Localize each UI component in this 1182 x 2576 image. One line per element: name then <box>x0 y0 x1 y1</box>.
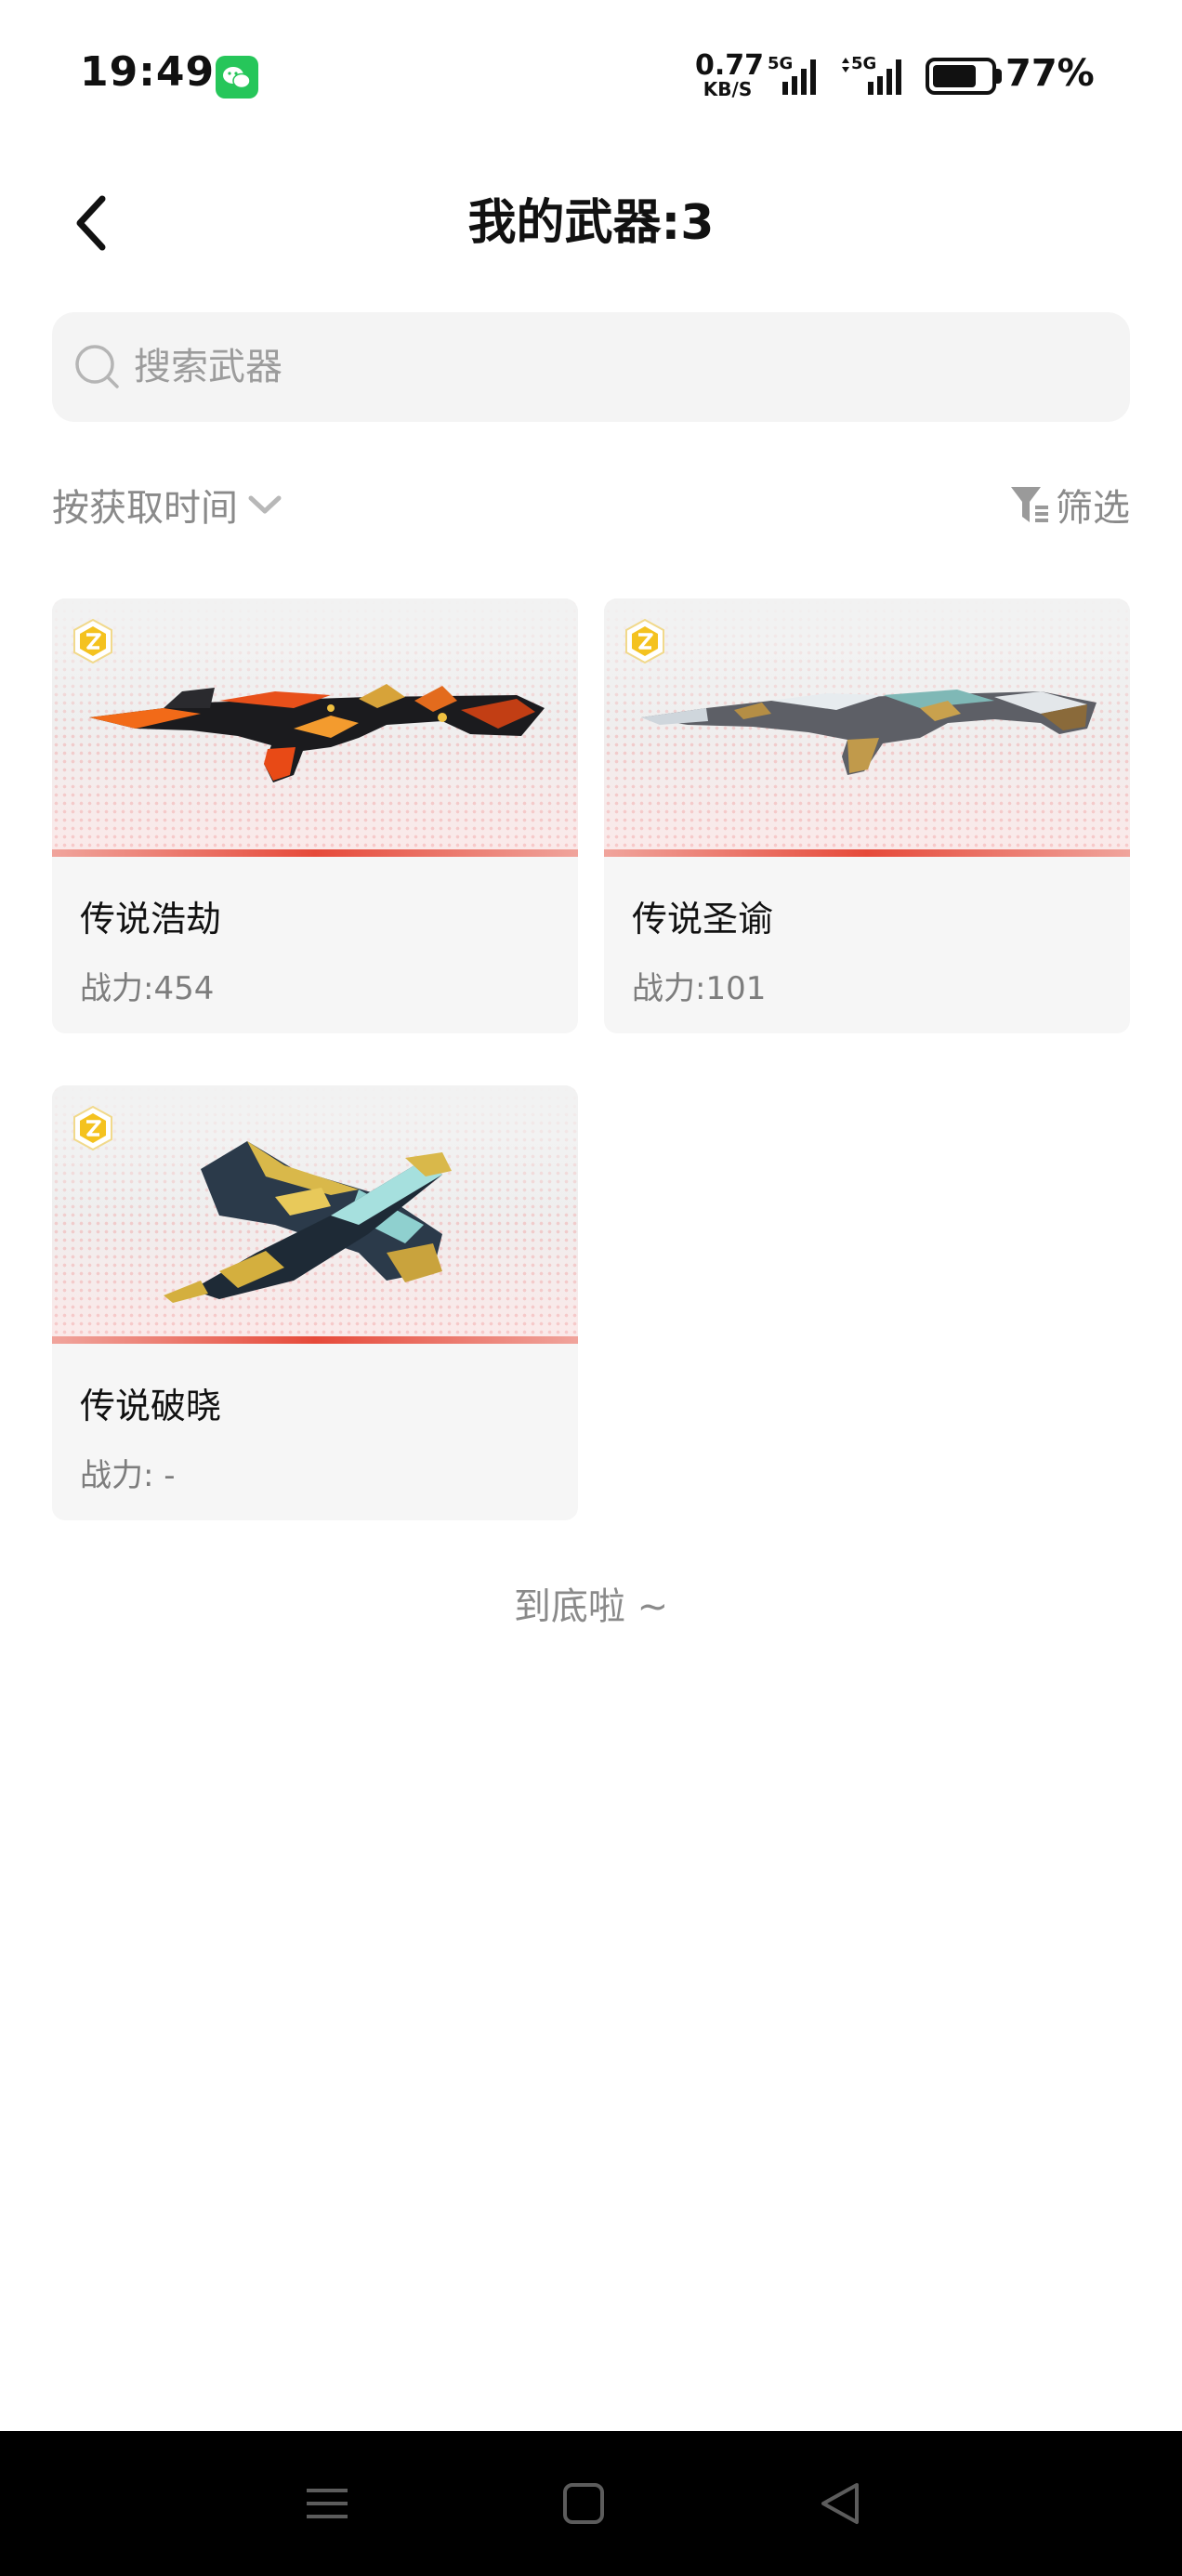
chevron-down-icon <box>248 495 282 514</box>
weapon-card[interactable]: 传说破晓 战力: - <box>52 1085 578 1520</box>
weapon-power: 战力: - <box>80 1457 176 1494</box>
end-of-list-text: 到底啦 ~ <box>513 1585 669 1628</box>
network-speed: 0.77 KB/S <box>695 49 765 100</box>
rarity-bar <box>604 849 1130 857</box>
signal1-label: 5G <box>768 54 793 73</box>
weapon-name: 传说圣谕 <box>632 899 774 940</box>
back-triangle-icon[interactable] <box>810 2472 873 2535</box>
signal-5g-data-icon: 5G <box>838 52 911 102</box>
back-button[interactable] <box>65 186 121 260</box>
battery-nub <box>996 69 1002 84</box>
legendary-badge-icon <box>73 1105 112 1151</box>
rifle-haojie-image <box>89 684 545 782</box>
filter-icon <box>1011 487 1048 522</box>
legendary-badge-icon <box>73 618 112 664</box>
chevron-left-icon <box>76 195 106 251</box>
signal2-label: 5G <box>851 54 876 73</box>
sort-label: 按获取时间 <box>52 487 238 530</box>
legendary-badge-icon <box>625 618 664 664</box>
weapon-power: 战力:101 <box>632 970 767 1007</box>
battery-fill <box>933 65 976 87</box>
search-input[interactable] <box>134 333 1100 401</box>
weapon-power: 战力:454 <box>80 970 215 1007</box>
dual-blade-poxiao-image <box>164 1141 452 1303</box>
weapon-name: 传说破晓 <box>80 1386 222 1426</box>
rifle-shengyu-image <box>641 690 1097 775</box>
search-box[interactable] <box>52 312 1130 422</box>
sort-dropdown[interactable]: 按获取时间 <box>52 474 284 535</box>
rarity-bar <box>52 849 578 857</box>
filter-label: 筛选 <box>1056 487 1130 530</box>
wechat-notification-icon <box>216 56 258 99</box>
battery-icon <box>926 58 996 95</box>
page-title: 我的武器:3 <box>467 195 715 251</box>
weapon-name: 传说浩劫 <box>80 899 222 940</box>
weapon-card[interactable]: 传说浩劫 战力:454 <box>52 598 578 1033</box>
search-icon <box>75 345 119 388</box>
recent-apps-icon[interactable] <box>296 2472 359 2535</box>
battery-percent: 77% <box>1005 52 1095 95</box>
system-navigation-bar <box>0 2431 1182 2576</box>
status-time: 19:49 <box>80 48 216 96</box>
rarity-bar <box>52 1336 578 1344</box>
network-speed-unit: KB/S <box>703 78 753 100</box>
filter-button[interactable]: 筛选 <box>1009 474 1130 535</box>
status-bar: 19:49 0.77 KB/S 5G 5G 77% <box>0 0 1182 139</box>
signal-5g-icon: 5G <box>768 52 827 102</box>
home-icon[interactable] <box>552 2472 615 2535</box>
network-speed-value: 0.77 <box>695 49 765 82</box>
weapon-card[interactable]: 传说圣谕 战力:101 <box>604 598 1130 1033</box>
